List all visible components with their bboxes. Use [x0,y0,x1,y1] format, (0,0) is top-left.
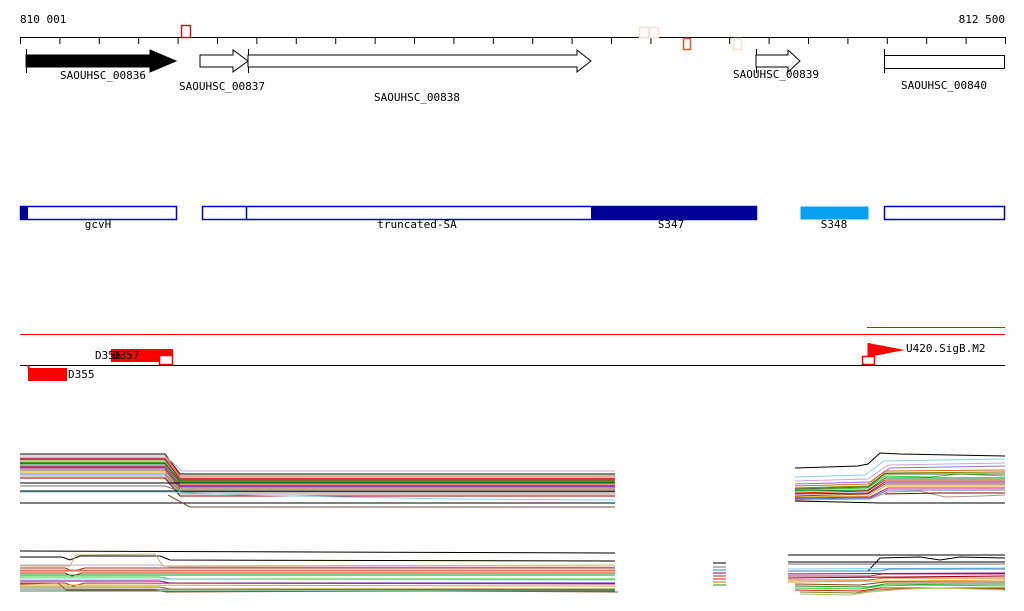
gene-arrow[interactable] [247,48,592,74]
coverage-profile-lower-series [20,555,616,562]
gene-label: SAOUHSC_00838 [373,91,461,104]
tracks-canvas [19,24,1006,596]
gene-label: SAOUHSC_00839 [732,68,820,81]
tss-open-box[interactable] [861,355,876,366]
coverage-profile-lower-series [788,577,1005,581]
coverage-profile-upper-series [884,492,1005,495]
tss-label: U420.SigB.M2 [906,342,986,355]
tss-feature-box[interactable] [28,368,67,381]
gene-box[interactable] [884,55,1005,69]
region-box[interactable] [883,205,1006,221]
ruler-start-coordinate: 810 001 [20,13,67,26]
region-label: gcvH [84,218,112,231]
tss-label: D357 [113,349,140,362]
gene-arrow[interactable] [199,49,249,73]
gene-label: SAOUHSC_00840 [900,79,988,92]
region-label: S348 [820,218,848,231]
coverage-profile-upper-series [794,500,1005,504]
gene-label: SAOUHSC_00836 [59,69,147,82]
ruler-feature-marker[interactable] [682,37,692,51]
gene-label: SAOUHSC_00837 [178,80,266,93]
tss-flag[interactable] [868,343,905,357]
ruler-feature-marker[interactable] [648,26,660,39]
coverage-profile-lower-series [19,584,616,587]
ruler-feature-marker[interactable] [638,26,650,39]
ruler-feature-marker[interactable] [180,24,192,39]
tss-open-box[interactable] [158,354,174,366]
coverage-profile-lower-series [19,550,616,554]
tss-label: D355 [68,368,95,381]
coverage-profile-upper-series [167,494,615,508]
genome-browser-stage: 810 001 812 500 SAOUHSC_00836 SAOUHSC_008… [0,0,1024,611]
region-label: S347 [657,218,685,231]
ruler-end-coordinate: 812 500 [958,13,1005,26]
ruler-feature-marker[interactable] [732,37,743,51]
region-segment[interactable] [20,206,28,220]
region-label: truncated-SA [377,218,457,231]
